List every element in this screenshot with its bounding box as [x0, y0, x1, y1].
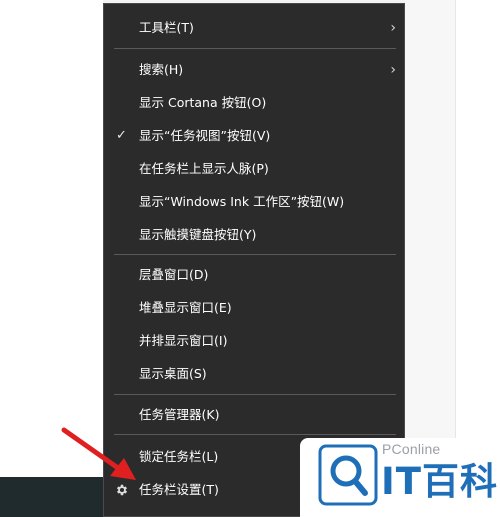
menu-item-show-task-view-button[interactable]: ✓ 显示“任务视图”按钮(V)	[104, 121, 404, 151]
menu-item-cascade-windows[interactable]: 层叠窗口(D)	[104, 260, 404, 290]
menu-item-label: 堆叠显示窗口(E)	[139, 300, 232, 315]
menu-item-show-desktop[interactable]: 显示桌面(S)	[104, 359, 404, 389]
window-panel	[455, 0, 500, 440]
magnifier-logo-icon	[318, 444, 378, 506]
menu-item-label: 显示桌面(S)	[139, 366, 207, 381]
chevron-right-icon: ›	[390, 62, 396, 78]
menu-item-label: 任务管理器(K)	[139, 407, 220, 422]
menu-item-label: 在任务栏上显示人脉(P)	[139, 161, 269, 176]
menu-separator	[114, 254, 396, 255]
pointer-arrow-annotation	[61, 427, 136, 480]
menu-item-label: 显示触摸键盘按钮(Y)	[139, 227, 257, 242]
menu-item-label: 显示 Cortana 按钮(O)	[139, 95, 267, 110]
menu-item-toolbars[interactable]: 工具栏(T) ›	[104, 13, 404, 43]
menu-item-label: 工具栏(T)	[139, 20, 194, 35]
menu-item-search[interactable]: 搜索(H) ›	[104, 55, 404, 85]
menu-separator	[114, 48, 396, 49]
menu-item-label: 搜索(H)	[139, 62, 184, 77]
menu-item-label: 显示“任务视图”按钮(V)	[139, 128, 271, 143]
menu-item-show-windows-ink-button[interactable]: 显示“Windows Ink 工作区”按钮(W)	[104, 187, 404, 217]
menu-item-show-touch-keyboard-button[interactable]: 显示触摸键盘按钮(Y)	[104, 220, 404, 250]
menu-item-stack-windows[interactable]: 堆叠显示窗口(E)	[104, 293, 404, 323]
check-icon: ✓	[116, 128, 127, 143]
watermark-name: IT百科	[381, 460, 499, 503]
menu-item-label: 并排显示窗口(I)	[139, 333, 228, 348]
menu-separator	[114, 394, 396, 395]
gear-icon	[116, 484, 128, 496]
menu-item-label: 层叠窗口(D)	[139, 267, 209, 282]
menu-item-show-people[interactable]: 在任务栏上显示人脉(P)	[104, 154, 404, 184]
chevron-right-icon: ›	[390, 20, 396, 36]
menu-item-label: 锁定任务栏(L)	[139, 449, 219, 464]
menu-item-task-manager[interactable]: 任务管理器(K)	[104, 400, 404, 430]
menu-item-label: 任务栏设置(T)	[139, 482, 219, 497]
desktop-background	[0, 0, 103, 477]
menu-separator	[114, 434, 396, 435]
watermark-brand: PConline	[382, 441, 441, 457]
menu-item-side-by-side-windows[interactable]: 并排显示窗口(I)	[104, 326, 404, 356]
menu-item-show-cortana-button[interactable]: 显示 Cortana 按钮(O)	[104, 88, 404, 118]
menu-item-label: 显示“Windows Ink 工作区”按钮(W)	[139, 194, 345, 209]
